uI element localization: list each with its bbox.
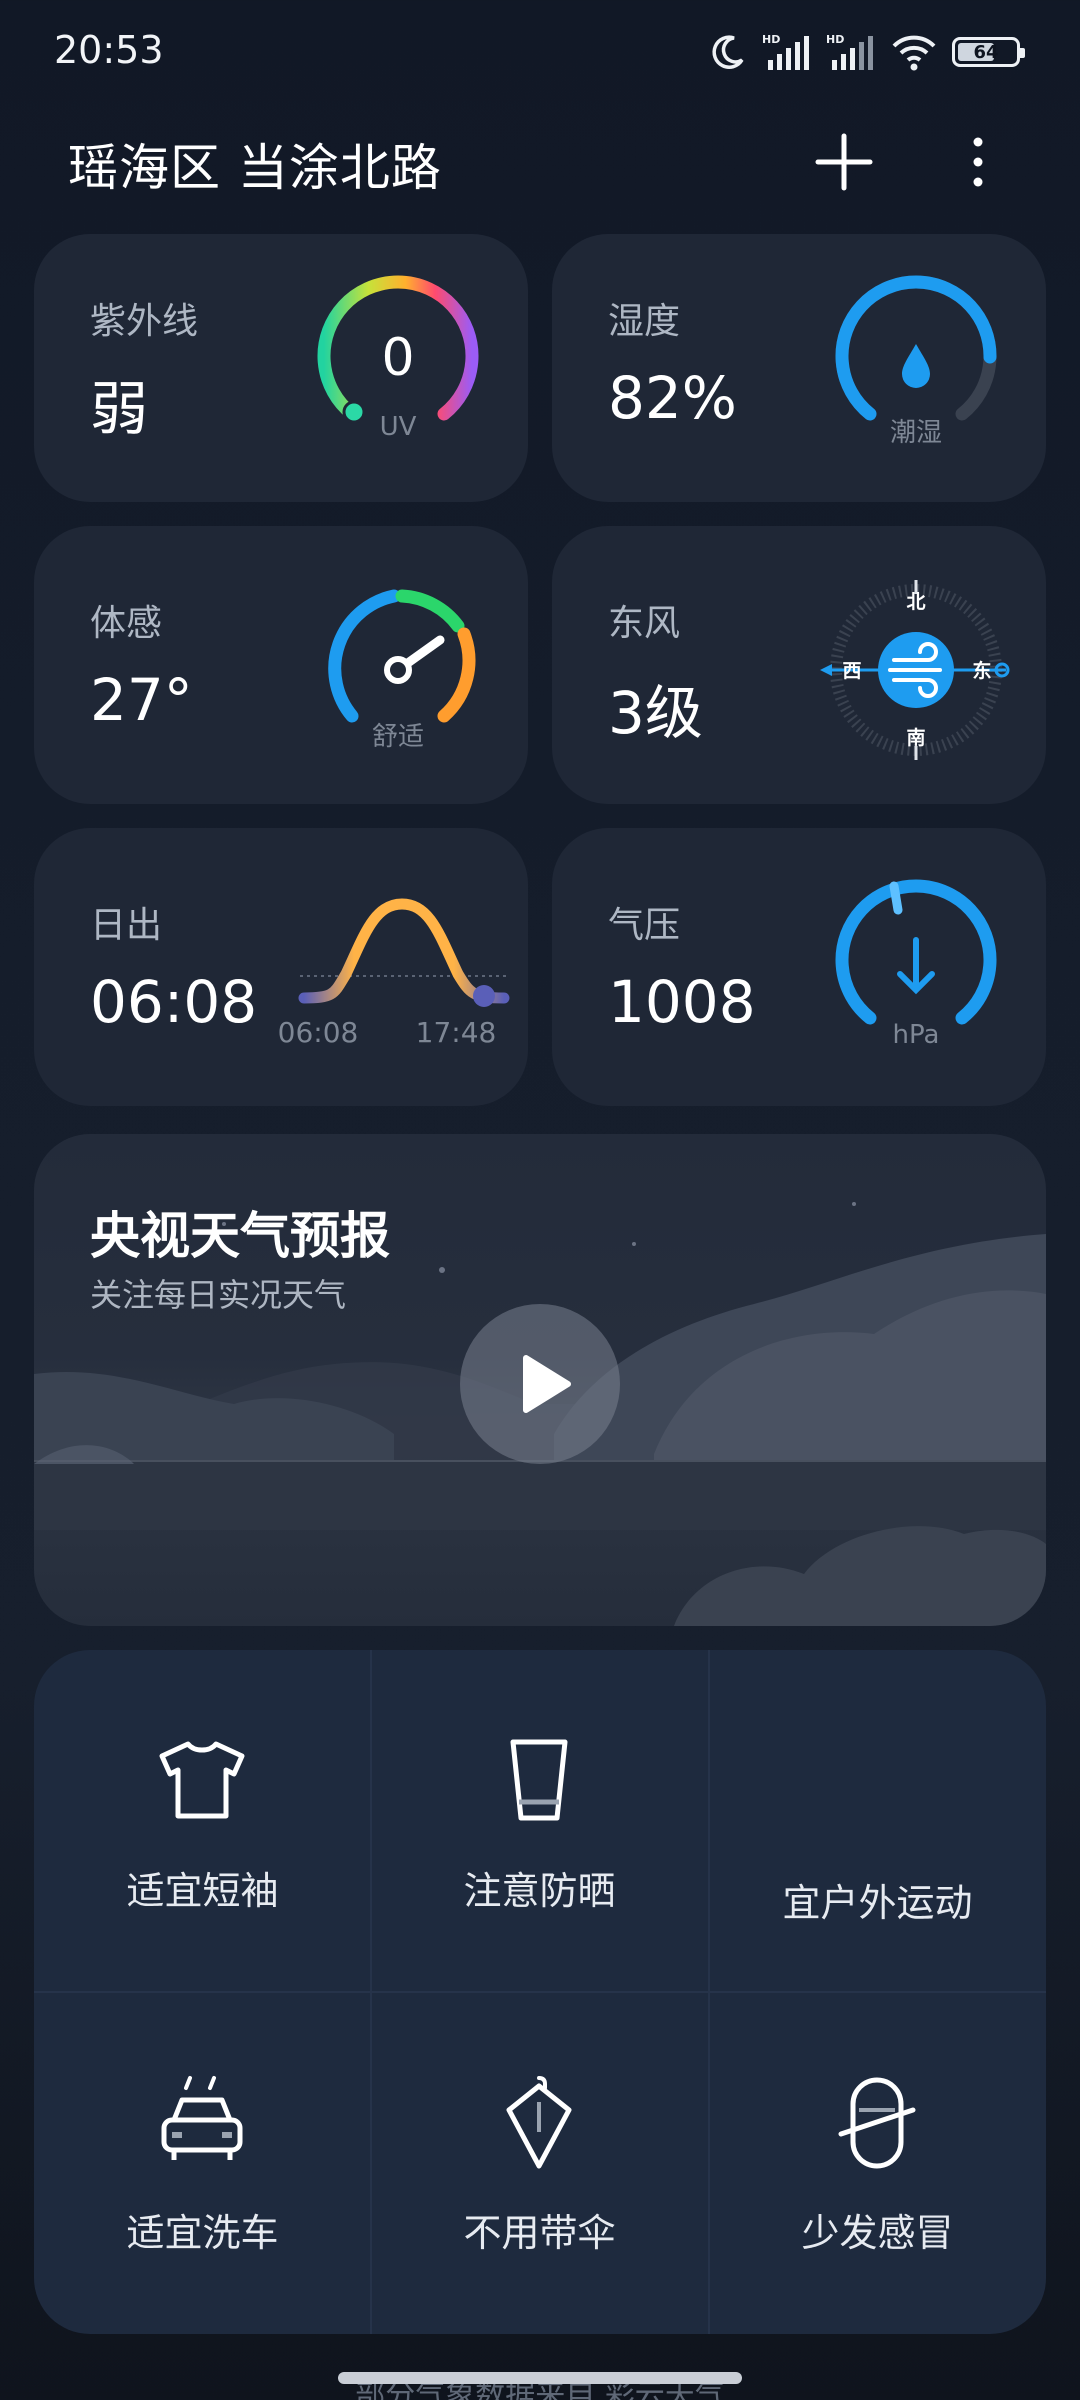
humidity-value: 82% bbox=[608, 364, 737, 432]
more-options-button[interactable] bbox=[952, 130, 1004, 194]
weather-video-card[interactable]: 央视天气预报 关注每日实况天气 bbox=[34, 1134, 1046, 1626]
feels-like-card[interactable]: 体感 27° 舒适 bbox=[34, 526, 528, 804]
uv-value: 弱 bbox=[90, 375, 149, 443]
humidity-card[interactable]: 湿度 82% 潮湿 bbox=[552, 234, 1046, 502]
home-indicator[interactable] bbox=[338, 2372, 742, 2384]
pressure-card[interactable]: 气压 1008 hPa bbox=[552, 828, 1046, 1106]
tip-car-wash[interactable]: 适宜洗车 bbox=[34, 1992, 371, 2334]
lifestyle-tips-card: 适宜短袖 注意防晒 宜户外运动 适宜洗车 不用带伞 少发感冒 bbox=[34, 1650, 1046, 2334]
tip-label-2: 注意防晒 bbox=[463, 1869, 616, 1913]
arrow-down-icon bbox=[897, 937, 935, 995]
video-subtitle: 关注每日实况天气 bbox=[90, 1276, 347, 1314]
pressure-value: 1008 bbox=[608, 968, 756, 1036]
uv-gauge-value: 0 bbox=[381, 328, 415, 388]
uv-card[interactable]: 紫外线 弱 0 UV bbox=[34, 234, 528, 502]
sunset-time: 17:48 bbox=[415, 1016, 497, 1049]
tip-short-sleeves[interactable]: 适宜短袖 bbox=[34, 1650, 371, 1992]
water-drop-icon bbox=[902, 344, 930, 388]
feels-like-caption: 舒适 bbox=[371, 722, 424, 752]
add-city-button[interactable] bbox=[812, 130, 876, 194]
pill-icon bbox=[838, 2077, 916, 2169]
sunrise-label: 日出 bbox=[90, 905, 163, 946]
battery-text: 64 bbox=[973, 41, 999, 63]
compass-west: 西 bbox=[842, 660, 861, 682]
car-wash-icon bbox=[161, 2076, 243, 2160]
umbrella-icon bbox=[506, 2076, 572, 2169]
play-icon bbox=[523, 1355, 571, 1413]
status-time: 20:53 bbox=[54, 28, 164, 72]
tip-cold-risk[interactable]: 少发感冒 bbox=[709, 1992, 1046, 2334]
feels-like-value: 27° bbox=[90, 666, 193, 734]
hd1-text: HD bbox=[762, 33, 780, 46]
wind-card[interactable]: 东风 3级 北 南 西 东 bbox=[552, 526, 1046, 804]
sunrise-time: 06:08 bbox=[277, 1016, 359, 1049]
wind-value: 3级 bbox=[608, 679, 703, 747]
moon-icon bbox=[712, 35, 744, 69]
tip-label-5: 不用带伞 bbox=[463, 2211, 616, 2255]
hd2-text: HD bbox=[826, 33, 844, 46]
uv-label: 紫外线 bbox=[90, 301, 199, 342]
wifi-icon bbox=[892, 35, 936, 71]
battery-indicator: 64 bbox=[952, 37, 1025, 67]
status-bar: 20:53 HD HD 64 bbox=[0, 0, 1080, 100]
uv-gauge-unit: UV bbox=[379, 412, 417, 442]
tip-sun-protection[interactable]: 注意防晒 bbox=[371, 1650, 708, 1992]
compass-south: 南 bbox=[906, 727, 925, 749]
feels-like-label: 体感 bbox=[90, 603, 163, 644]
tip-label-1: 适宜短袖 bbox=[126, 1869, 279, 1913]
video-title: 央视天气预报 bbox=[90, 1207, 390, 1265]
signal-1-icon: HD bbox=[762, 33, 809, 70]
wind-compass: 北 南 西 东 bbox=[820, 580, 1010, 760]
tip-outdoor-sports[interactable]: 宜户外运动 bbox=[709, 1650, 1046, 1992]
sun-path-graph bbox=[298, 898, 510, 1007]
tip-label-3: 宜户外运动 bbox=[782, 1881, 973, 1925]
sunrise-value: 06:08 bbox=[90, 968, 258, 1036]
pressure-label: 气压 bbox=[608, 905, 681, 946]
location-title[interactable]: 瑶海区 当涂北路 bbox=[68, 128, 442, 200]
signal-2-icon: HD bbox=[826, 33, 873, 70]
header: 瑶海区 当涂北路 bbox=[0, 110, 1080, 210]
sunrise-card[interactable]: 日出 06:08 06:08 17:48 bbox=[34, 828, 528, 1106]
humidity-caption: 潮湿 bbox=[889, 418, 942, 448]
compass-north: 北 bbox=[906, 591, 925, 613]
humidity-label: 湿度 bbox=[608, 301, 681, 342]
play-button[interactable] bbox=[460, 1304, 620, 1464]
compass-east: 东 bbox=[972, 659, 991, 682]
tip-no-umbrella[interactable]: 不用带伞 bbox=[371, 1992, 708, 2334]
pressure-unit: hPa bbox=[892, 1020, 940, 1050]
tip-label-6: 少发感冒 bbox=[801, 2211, 954, 2255]
tshirt-icon bbox=[159, 1741, 245, 1819]
wind-label: 东风 bbox=[608, 603, 681, 644]
status-icons: HD HD 64 bbox=[708, 24, 1025, 80]
sunscreen-icon bbox=[510, 1739, 568, 1821]
tip-label-4: 适宜洗车 bbox=[126, 2211, 279, 2255]
